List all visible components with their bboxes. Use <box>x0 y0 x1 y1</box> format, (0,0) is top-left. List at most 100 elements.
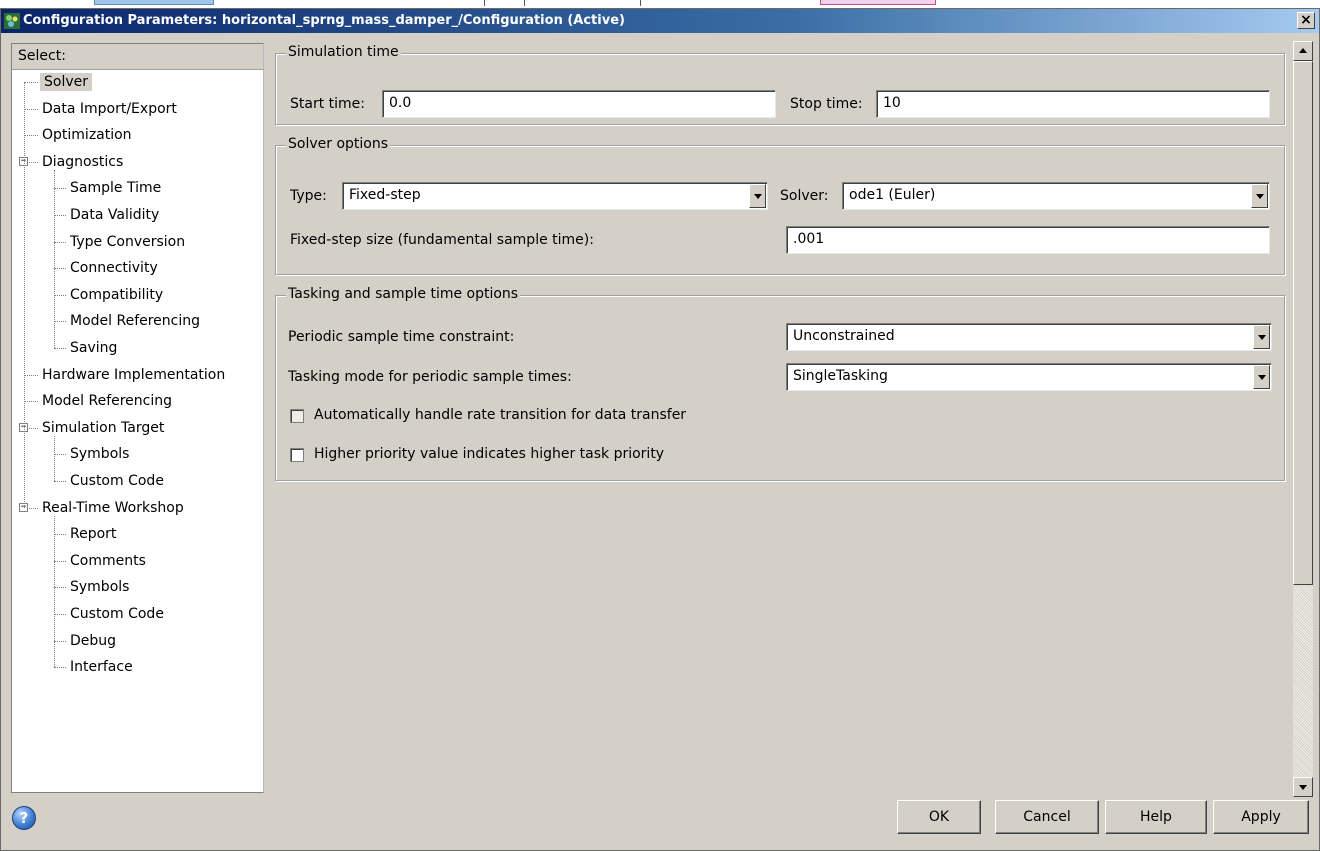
fixed-step-size-label: Fixed-step size (fundamental sample time… <box>290 232 594 248</box>
tree-item[interactable]: Data Import/Export <box>40 97 179 121</box>
tree-item-label: Diagnostics <box>42 153 124 170</box>
tree-item[interactable]: Comments <box>68 549 148 573</box>
tree-item-label: Model Referencing <box>70 313 201 330</box>
tree-item[interactable]: Optimization <box>40 123 134 147</box>
tree-connector <box>54 560 66 562</box>
tree-connector <box>24 374 38 376</box>
tree-item[interactable]: Real-Time Workshop <box>40 496 186 520</box>
chevron-down-icon[interactable] <box>1251 184 1268 208</box>
tree-item-label: Hardware Implementation <box>42 366 226 383</box>
tree-item-label: Solver <box>40 73 92 91</box>
chevron-down-icon[interactable] <box>1253 365 1270 389</box>
tree-item[interactable]: Report <box>68 522 118 546</box>
type-select-value: Fixed-step <box>349 187 421 203</box>
start-time-input[interactable]: 0.0 <box>382 90 776 118</box>
stop-time-label: Stop time: <box>790 96 863 112</box>
tree-item-label: Model Referencing <box>42 393 173 410</box>
simulation-time-title: Simulation time <box>286 44 401 60</box>
periodic-constraint-select[interactable]: Unconstrained <box>786 323 1272 351</box>
chevron-down-icon[interactable] <box>1253 325 1270 349</box>
help-icon[interactable]: ? <box>12 806 36 830</box>
tree-connector <box>24 82 38 83</box>
tree-item-label: Symbols <box>70 579 130 596</box>
tree-item[interactable]: Custom Code <box>68 469 166 493</box>
tree-item[interactable]: Type Conversion <box>68 230 187 254</box>
tree-item-label: Comments <box>70 552 146 569</box>
tree-connector <box>24 401 38 403</box>
tree-item[interactable]: Connectivity <box>68 256 160 280</box>
window-title: Configuration Parameters: horizontal_spr… <box>23 13 625 28</box>
ok-button[interactable]: OK <box>897 800 981 834</box>
solver-select[interactable]: ode1 (Euler) <box>842 182 1270 210</box>
tree-connector <box>54 515 55 668</box>
tree-item-label: Type Conversion <box>70 233 186 250</box>
tree-connector <box>54 348 66 349</box>
background-taskbar-strip <box>0 0 1320 8</box>
tasking-mode-value: SingleTasking <box>793 368 888 384</box>
tree-item-label: Report <box>70 526 117 543</box>
scroll-up-icon[interactable] <box>1293 41 1313 61</box>
vertical-scrollbar[interactable] <box>1293 41 1313 797</box>
fixed-step-size-input[interactable]: .001 <box>786 226 1270 254</box>
tree-item-label: Simulation Target <box>42 419 165 436</box>
stop-time-input[interactable]: 10 <box>876 90 1270 118</box>
tree-item[interactable]: Compatibility <box>68 283 165 307</box>
title-bar[interactable]: Configuration Parameters: horizontal_spr… <box>1 9 1319 33</box>
simulink-app-icon <box>4 13 20 29</box>
tree-connector <box>54 188 66 190</box>
tree-item-label: Connectivity <box>70 260 158 277</box>
tree-connector <box>54 587 66 589</box>
solver-label: Solver: <box>780 188 829 204</box>
chevron-down-icon[interactable] <box>749 184 766 208</box>
configuration-parameters-window: Configuration Parameters: horizontal_spr… <box>0 8 1320 851</box>
tree-connector <box>54 481 66 482</box>
tree-item[interactable]: Sample Time <box>68 176 163 200</box>
scroll-down-icon[interactable] <box>1293 777 1313 797</box>
close-button[interactable]: × <box>1297 12 1315 29</box>
tasking-mode-select[interactable]: SingleTasking <box>786 363 1272 391</box>
auto-rate-transition-checkbox[interactable] <box>290 409 304 423</box>
tree-item-label: Data Validity <box>70 207 160 223</box>
tree-connector <box>54 667 66 669</box>
tree-item[interactable]: Symbols <box>68 442 131 466</box>
cancel-button[interactable]: Cancel <box>995 800 1099 834</box>
tree-item[interactable]: Solver <box>40 70 92 94</box>
tree-item[interactable]: Model Referencing <box>40 389 174 413</box>
solver-select-value: ode1 (Euler) <box>849 187 936 203</box>
tree-item-label: Sample Time <box>70 180 162 197</box>
tree-item-label: Compatibility <box>70 286 164 303</box>
tree-connector <box>54 640 66 642</box>
higher-priority-checkbox[interactable] <box>290 448 304 462</box>
tree-connector <box>54 215 66 216</box>
scroll-thumb[interactable] <box>1293 61 1313 585</box>
background-tick <box>484 0 485 6</box>
tree-item[interactable]: Saving <box>68 336 119 360</box>
simulation-time-group: Simulation time Start time: 0.0 Stop tim… <box>275 44 1285 125</box>
tree-item-label: Data Import/Export <box>42 100 177 117</box>
tree-item[interactable]: Hardware Implementation <box>40 363 227 387</box>
tree-item[interactable]: Model Referencing <box>68 309 202 333</box>
tree-connector <box>54 614 66 615</box>
tree-item[interactable]: Diagnostics <box>40 150 125 174</box>
tree-item[interactable]: Custom Code <box>68 602 166 626</box>
tree-connector <box>54 534 66 536</box>
tree-item[interactable]: Interface <box>68 655 135 679</box>
apply-button[interactable]: Apply <box>1213 800 1309 834</box>
tree-item[interactable]: Simulation Target <box>40 416 166 440</box>
type-select[interactable]: Fixed-step <box>342 182 768 210</box>
help-button[interactable]: Help <box>1105 800 1207 834</box>
tree-connector <box>54 435 55 481</box>
tree-connector <box>54 321 66 323</box>
tree-item[interactable]: Symbols <box>68 575 131 599</box>
tasking-mode-label: Tasking mode for periodic sample times: <box>288 369 572 385</box>
background-tab-highlight-pink <box>820 0 936 5</box>
tree-item[interactable]: Data Validity <box>68 203 161 227</box>
tree-connector <box>54 454 66 456</box>
tree-connector <box>24 135 38 137</box>
tree-header: Select: <box>12 44 263 70</box>
start-time-label: Start time: <box>290 96 365 112</box>
tree-item[interactable]: Debug <box>68 629 118 653</box>
background-tab-highlight <box>94 0 214 5</box>
tree-item-label: Debug <box>70 632 117 649</box>
background-tick <box>524 0 525 6</box>
